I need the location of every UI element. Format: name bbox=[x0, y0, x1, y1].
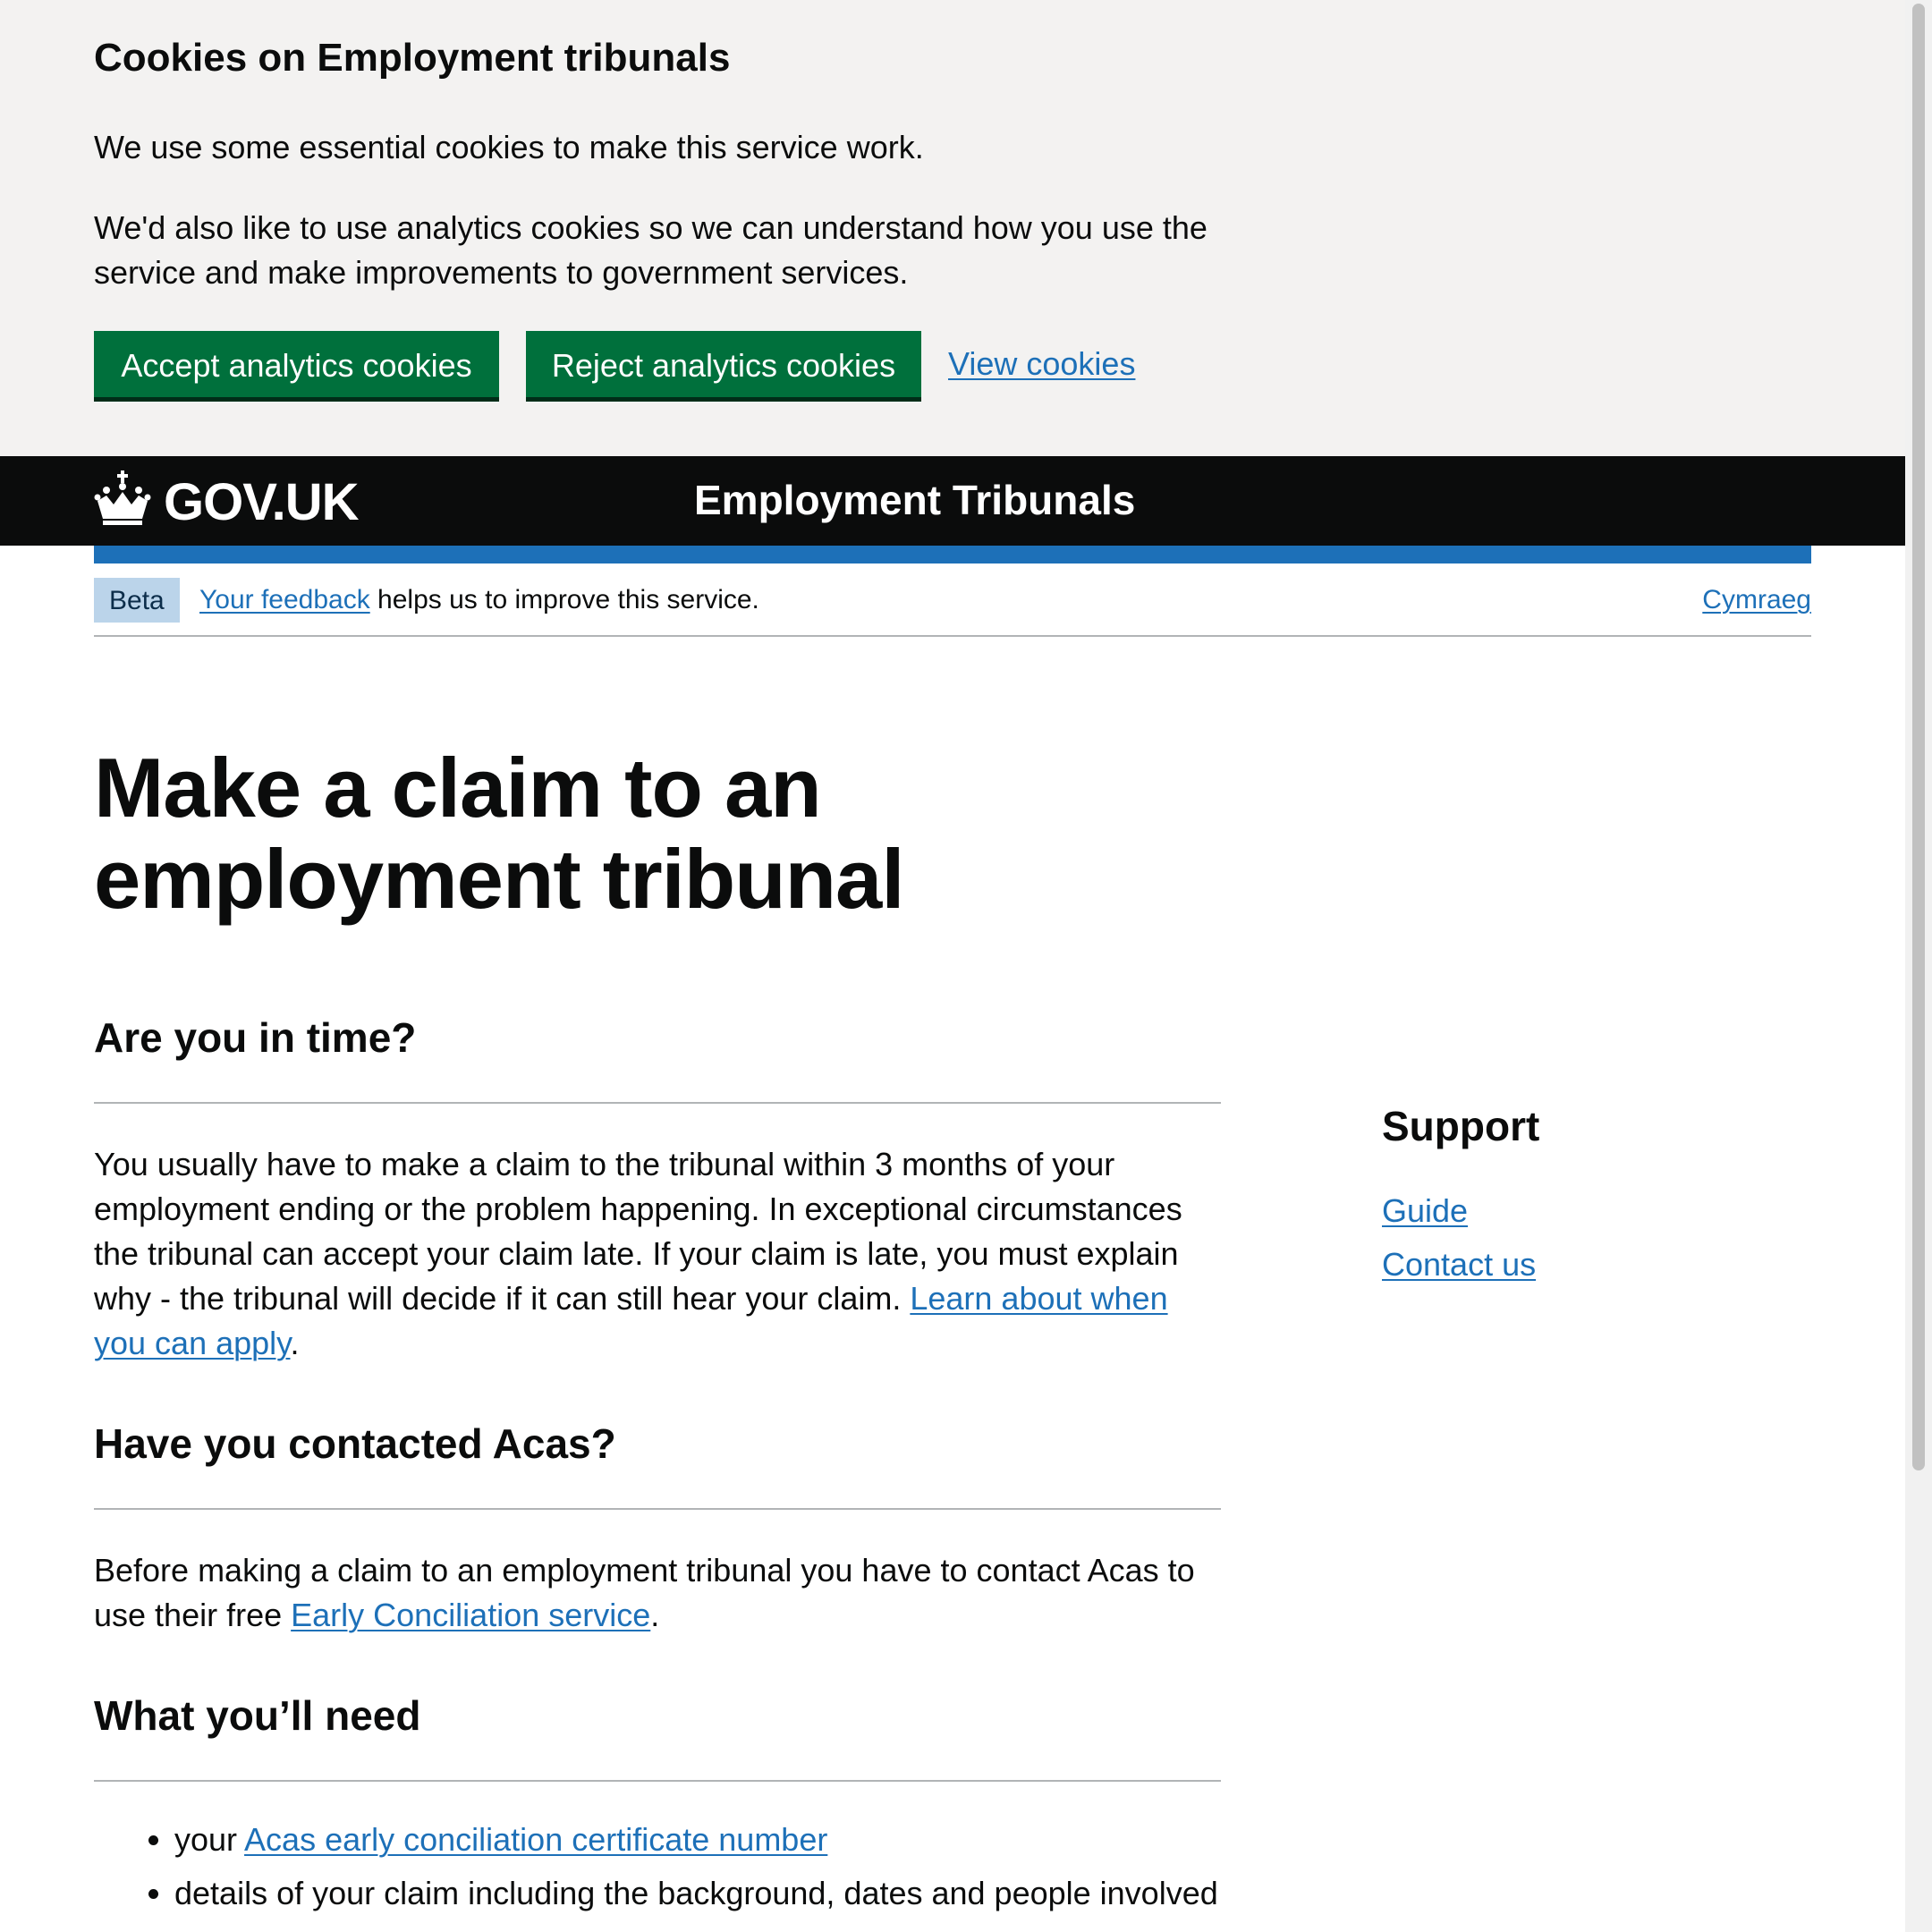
list-item-prefix: your bbox=[174, 1821, 245, 1858]
cookie-banner: Cookies on Employment tribunals We use s… bbox=[0, 0, 1905, 456]
section-heading-in-time: Are you in time? bbox=[94, 1014, 417, 1061]
cookie-banner-title: Cookies on Employment tribunals bbox=[94, 36, 731, 80]
guide-link[interactable]: Guide bbox=[1382, 1192, 1468, 1230]
accept-analytics-cookies-button[interactable]: Accept analytics cookies bbox=[94, 331, 499, 397]
in-time-period: . bbox=[290, 1325, 300, 1361]
header-blue-bar bbox=[94, 546, 1811, 564]
phase-banner-suffix: helps us to improve this service. bbox=[369, 585, 759, 614]
site-header: GOV.UK Employment Tribunals bbox=[0, 456, 1905, 546]
service-name-link[interactable]: Employment Tribunals bbox=[694, 476, 1135, 524]
vertical-scrollbar[interactable] bbox=[1905, 0, 1932, 1932]
support-heading: Support bbox=[1382, 1103, 1540, 1149]
govuk-logo-link[interactable]: GOV.UK bbox=[164, 472, 359, 532]
language-toggle-link[interactable]: Cymraeg bbox=[1702, 585, 1811, 615]
acas-paragraph: Before making a claim to an employment t… bbox=[94, 1548, 1221, 1638]
in-time-paragraph: You usually have to make a claim to the … bbox=[94, 1142, 1221, 1366]
section-heading-acas: Have you contacted Acas? bbox=[94, 1420, 616, 1467]
crown-icon bbox=[94, 470, 151, 525]
section-divider bbox=[94, 1508, 1221, 1510]
view-cookies-link[interactable]: View cookies bbox=[948, 345, 1135, 383]
phase-banner-text: Your feedback helps us to improve this s… bbox=[199, 585, 759, 615]
page-title: Make a claim to an employment tribunal bbox=[94, 741, 904, 926]
acas-period: . bbox=[650, 1597, 660, 1633]
early-conciliation-link[interactable]: Early Conciliation service bbox=[291, 1597, 650, 1633]
section-heading-what-you-need: What you’ll need bbox=[94, 1692, 421, 1739]
contact-us-link[interactable]: Contact us bbox=[1382, 1246, 1536, 1284]
what-you-need-list: your Acas early conciliation certificate… bbox=[94, 1818, 1221, 1925]
cookie-banner-essential-text: We use some essential cookies to make th… bbox=[94, 129, 924, 165]
phase-banner: Beta Your feedback helps us to improve t… bbox=[94, 564, 1811, 637]
list-item: your Acas early conciliation certificate… bbox=[174, 1818, 1221, 1862]
reject-analytics-cookies-button[interactable]: Reject analytics cookies bbox=[526, 331, 921, 397]
acas-certificate-link[interactable]: Acas early conciliation certificate numb… bbox=[244, 1821, 827, 1858]
list-item: details of your claim including the back… bbox=[174, 1871, 1221, 1916]
beta-tag: Beta bbox=[94, 578, 180, 623]
feedback-link[interactable]: Your feedback bbox=[199, 585, 370, 614]
section-divider bbox=[94, 1780, 1221, 1782]
section-divider bbox=[94, 1102, 1221, 1104]
cookie-banner-analytics-text: We'd also like to use analytics cookies … bbox=[94, 209, 1208, 291]
scrollbar-thumb[interactable] bbox=[1912, 4, 1925, 1470]
